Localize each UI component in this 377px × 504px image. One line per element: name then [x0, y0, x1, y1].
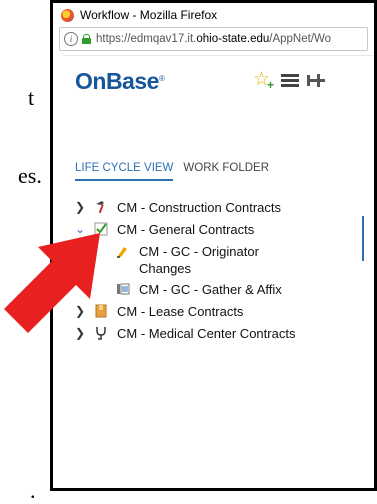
- url-host: ohio-state.edu: [196, 33, 270, 45]
- window-titlebar: Workflow - Mozilla Firefox: [53, 3, 374, 27]
- tree-item-gather-affix[interactable]: CM - GC - Gather & Affix: [75, 278, 374, 300]
- view-tabs: LIFE CYCLE VIEW WORK FOLDER: [75, 162, 269, 181]
- url-bar[interactable]: i https://edmqav17.it. ohio-state.edu/App…: [59, 27, 368, 51]
- background-text-mid: es.: [18, 163, 42, 188]
- onbase-logo: OnBase®: [75, 67, 165, 94]
- tree-item-construction-contracts[interactable]: ❯ CM - Construction Contracts: [75, 196, 374, 218]
- background-text-top: t: [28, 85, 35, 110]
- tab-life-cycle-view[interactable]: LIFE CYCLE VIEW: [75, 162, 174, 181]
- tree-item-medical-center-contracts[interactable]: ❯ CM - Medical Center Contracts: [75, 322, 374, 344]
- scrollbar[interactable]: [362, 216, 364, 261]
- highlighter-icon: [115, 243, 131, 259]
- tree-item-originator-changes[interactable]: CM - GC - Originator Changes: [75, 240, 374, 278]
- url-path: /AppNet/Wo: [269, 33, 332, 45]
- tab-work-folder[interactable]: WORK FOLDER: [183, 162, 269, 181]
- document-queue-icon: [115, 281, 131, 297]
- pin-icon[interactable]: [307, 73, 325, 87]
- tree-item-general-contracts[interactable]: ⌄ CM - General Contracts: [75, 218, 374, 240]
- url-prefix: https://edmqav17.it.: [96, 33, 197, 45]
- window-title: Workflow - Mozilla Firefox: [80, 8, 218, 22]
- chevron-right-icon[interactable]: ❯: [75, 200, 89, 214]
- tree-item-lease-contracts[interactable]: ❯ CM - Lease Contracts: [75, 300, 374, 322]
- lock-icon: [82, 34, 91, 44]
- menu-list-icon[interactable]: [281, 73, 299, 87]
- life-cycle-tree: ❯ CM - Construction Contracts ⌄ CM - Gen…: [75, 196, 374, 344]
- header: OnBase® ☆ +: [63, 56, 373, 106]
- info-icon[interactable]: i: [64, 32, 78, 46]
- add-favorite-icon[interactable]: ☆ +: [253, 70, 274, 92]
- red-arrow-icon: [4, 233, 100, 333]
- background-text-bottom: .: [30, 478, 36, 503]
- hammer-icon: [93, 199, 109, 215]
- firefox-icon: [61, 8, 74, 22]
